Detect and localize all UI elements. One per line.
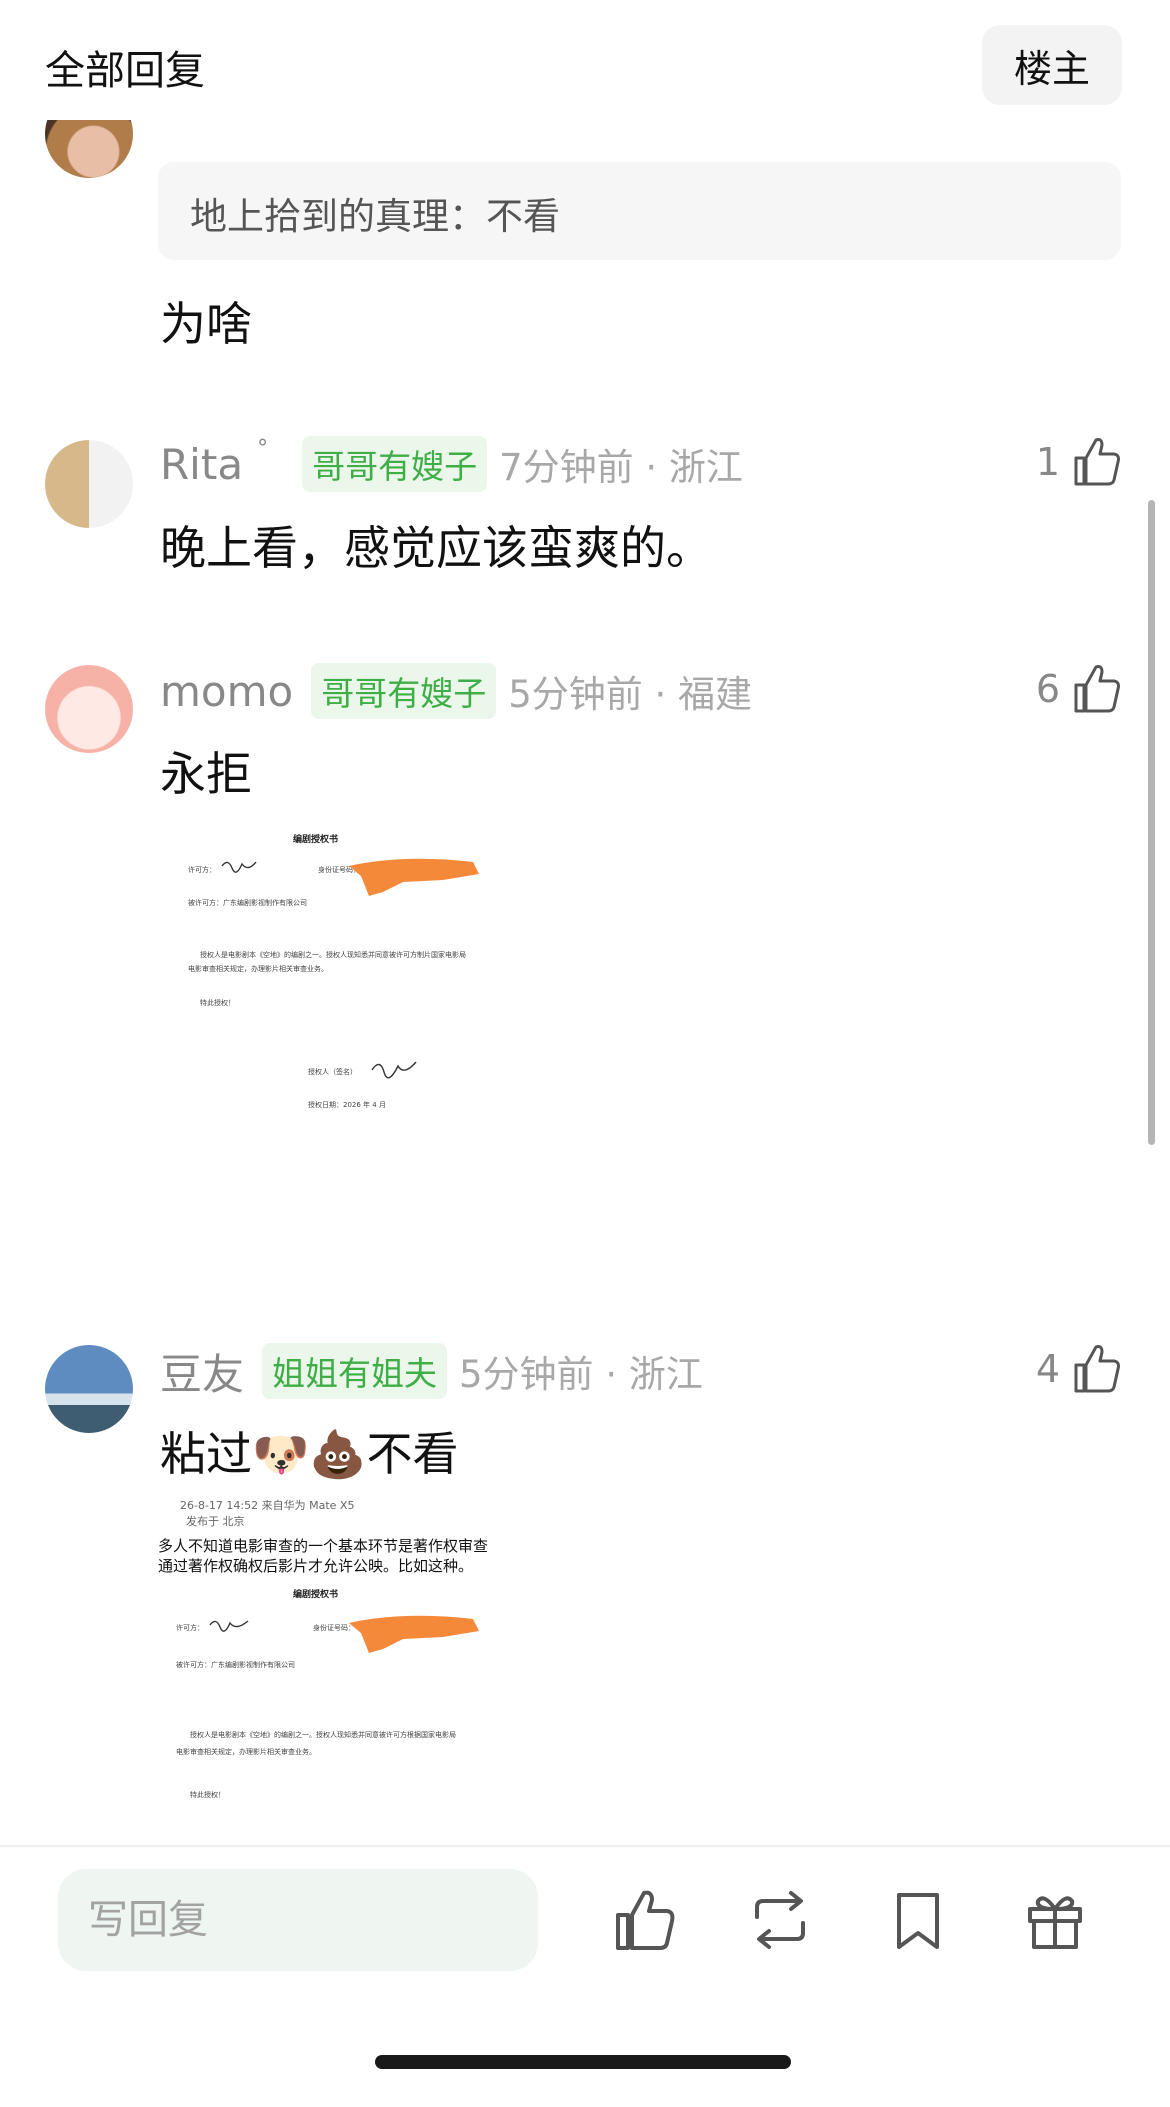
avatar[interactable] [45, 440, 133, 528]
comment-text: 晚上看，感觉应该蛮爽的。 [160, 521, 712, 575]
doc-title: 编剧授权书 [293, 835, 339, 845]
thumbs-up-icon [1074, 1345, 1120, 1393]
bookmark-icon[interactable] [885, 1887, 951, 1953]
comment-meta: momo 哥哥有嫂子 5分钟前 · 福建 [160, 663, 752, 719]
doc-line: 被许可方：广东编剧影视制作有限公司 [188, 899, 307, 907]
avatar[interactable] [45, 1345, 133, 1433]
comment-text: 为啥 [160, 297, 252, 351]
bottom-action-bar [0, 1845, 1170, 2107]
doc-line: 授权人是电影剧本《空地》的编剧之一。授权人现知悉并同意被许可方根据国家电影局 [190, 1731, 456, 1739]
redaction-mark [349, 1615, 479, 1653]
like-count: 1 [1035, 440, 1060, 484]
avatar[interactable] [45, 665, 133, 753]
post-text: 通过著作权确权后影片才允许公映。比如这种。 [158, 1557, 474, 1575]
scrollbar[interactable] [1148, 500, 1155, 1145]
time-location: 5分钟前 · 福建 [508, 673, 753, 716]
post-location: 发布于 北京 [186, 1515, 245, 1528]
comment-meta: 豆友 姐姐有姐夫 5分钟前 · 浙江 [160, 1343, 703, 1399]
gift-icon[interactable] [1022, 1887, 1088, 1953]
time-location: 5分钟前 · 浙江 [459, 1353, 703, 1396]
signature-image [221, 861, 257, 873]
doc-title: 编剧授权书 [293, 1590, 339, 1600]
comment-text: 永拒 [160, 747, 252, 801]
attached-image[interactable]: 编剧授权书 许可方： 身份证号码： 被许可方：广东编剧影视制作有限公司 授权人是… [158, 820, 488, 1140]
post-text: 多人不知道电影审查的一个基本环节是著作权审查， [158, 1537, 488, 1555]
home-indicator [375, 2055, 791, 2069]
doc-line: 授权日期：2026 年 4 月 [308, 1101, 386, 1109]
user-name[interactable]: 豆友 [160, 1341, 244, 1402]
comment-text: 粘过🐶💩不看 [160, 1427, 459, 1481]
user-name-suffix: ° [257, 435, 269, 461]
fan-badge: 哥哥有嫂子 [311, 663, 497, 719]
repost-icon[interactable] [747, 1887, 813, 1953]
like-button[interactable]: 4 [1036, 1343, 1122, 1395]
attached-image[interactable]: 26-8-17 14:52 来自华为 Mate X5 发布于 北京 多人不知道电… [158, 1495, 488, 1840]
doc-line: 电影审查相关规定，办理影片相关审查业务。 [176, 1748, 316, 1756]
post-meta: 26-8-17 14:52 来自华为 Mate X5 [180, 1499, 355, 1512]
like-count: 4 [1035, 1347, 1060, 1391]
thumbs-up-icon [1074, 665, 1120, 713]
quote-text: 地上拾到的真理：不看 [190, 195, 560, 238]
doc-line: 许可方： [176, 1624, 204, 1632]
like-icon[interactable] [612, 1887, 678, 1953]
doc-line: 授权人是电影剧本《空地》的编剧之一。授权人现知悉并同意被许可方制片国家电影局 [200, 951, 466, 959]
doc-line: 特此授权！ [200, 999, 235, 1007]
fan-badge: 哥哥有嫂子 [302, 436, 488, 492]
reply-input[interactable] [58, 1869, 538, 1971]
doc-line: 电影审查相关规定，办理影片相关审查业务。 [188, 965, 328, 973]
fan-badge: 姐姐有姐夫 [262, 1343, 448, 1399]
quoted-comment: 地上拾到的真理：不看 [158, 162, 1121, 260]
redaction-mark [349, 858, 479, 896]
like-button[interactable]: 6 [1036, 663, 1122, 715]
doc-line: 授权人（签名） [308, 1068, 357, 1076]
user-name[interactable]: Rita [160, 440, 243, 489]
doc-line: 特此授权！ [190, 1791, 225, 1799]
signature-image [371, 1061, 417, 1079]
time-location: 7分钟前 · 浙江 [499, 446, 743, 489]
like-count: 6 [1035, 667, 1060, 711]
like-button[interactable]: 1 [1036, 436, 1122, 488]
op-only-button[interactable]: 楼主 [982, 25, 1122, 105]
user-name[interactable]: momo [160, 667, 293, 716]
doc-line: 许可方： [188, 866, 216, 874]
page-title: 全部回复 [45, 48, 205, 94]
doc-line: 被许可方：广东编剧影视制作有限公司 [176, 1661, 295, 1669]
comment-meta: Rita ° 哥哥有嫂子 7分钟前 · 浙江 [160, 436, 743, 492]
signature-image [209, 1620, 249, 1632]
thumbs-up-icon [1074, 438, 1120, 486]
top-header: 全部回复 楼主 [0, 0, 1170, 120]
